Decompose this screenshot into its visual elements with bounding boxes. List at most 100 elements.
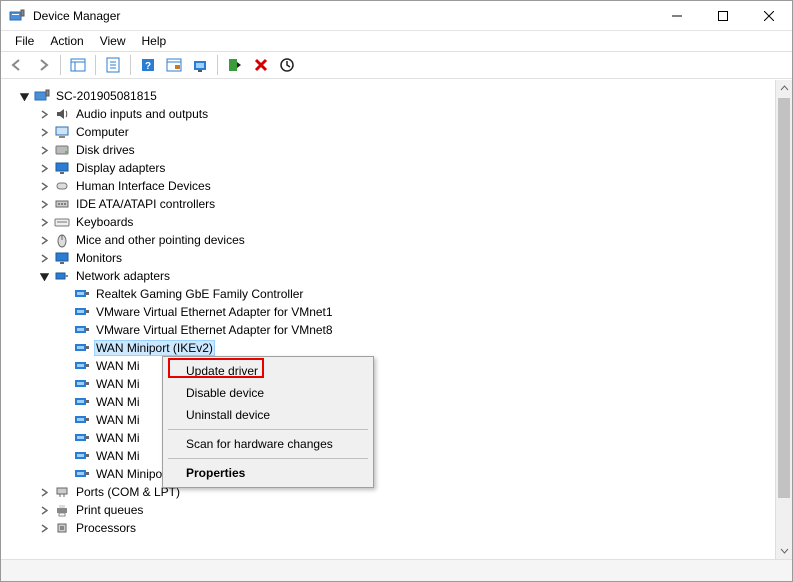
nic-icon <box>74 394 90 410</box>
expander-spacer <box>56 394 72 410</box>
tree-label: WAN Mi <box>94 377 142 391</box>
collapse-icon[interactable] <box>36 268 52 284</box>
nic-icon <box>74 340 90 356</box>
expander-spacer <box>56 448 72 464</box>
nic-icon <box>74 322 90 338</box>
titlebar: Device Manager <box>1 1 792 31</box>
audio-icon <box>54 106 70 122</box>
tree-category[interactable]: Computer <box>6 123 774 141</box>
nic-icon <box>74 376 90 392</box>
tree-label: Mice and other pointing devices <box>74 233 247 247</box>
expander-spacer <box>56 304 72 320</box>
menu-view[interactable]: View <box>92 32 134 50</box>
tree-category[interactable]: Processors <box>6 519 774 537</box>
expand-icon[interactable] <box>36 232 52 248</box>
tree-category[interactable]: Keyboards <box>6 213 774 231</box>
tree-label: WAN Mi <box>94 413 142 427</box>
tree-category[interactable]: Display adapters <box>6 159 774 177</box>
tree-device[interactable]: VMware Virtual Ethernet Adapter for VMne… <box>6 303 774 321</box>
statusbar <box>1 559 792 581</box>
menu-help[interactable]: Help <box>134 32 175 50</box>
expand-icon[interactable] <box>36 124 52 140</box>
scrollbar-thumb[interactable] <box>778 98 790 498</box>
tree-label: Disk drives <box>74 143 137 157</box>
tree-label: VMware Virtual Ethernet Adapter for VMne… <box>94 323 335 337</box>
tree-device[interactable]: VMware Virtual Ethernet Adapter for VMne… <box>6 321 774 339</box>
cm-properties[interactable]: Properties <box>166 462 370 484</box>
tree-label: WAN Mi <box>94 395 142 409</box>
tree-label: WAN Mi <box>94 431 142 445</box>
tree-device[interactable]: WAN Mi <box>6 429 774 447</box>
expand-icon[interactable] <box>36 106 52 122</box>
scroll-down-icon[interactable] <box>776 542 792 559</box>
printer-icon <box>54 502 70 518</box>
tree-category-network[interactable]: Network adapters <box>6 267 774 285</box>
tree-category[interactable]: Ports (COM & LPT) <box>6 483 774 501</box>
expand-icon[interactable] <box>36 178 52 194</box>
toolbar-separator <box>217 55 218 75</box>
hid-icon <box>54 178 70 194</box>
cm-scan-hardware[interactable]: Scan for hardware changes <box>166 433 370 455</box>
minimize-button[interactable] <box>654 1 700 31</box>
expander-spacer <box>56 466 72 482</box>
cm-update-driver[interactable]: Update driver <box>166 360 370 382</box>
expand-icon[interactable] <box>36 196 52 212</box>
tree-device[interactable]: WAN Mi <box>6 411 774 429</box>
uninstall-device-icon[interactable] <box>249 53 273 77</box>
expand-icon[interactable] <box>36 214 52 230</box>
expand-icon[interactable] <box>36 142 52 158</box>
tree-category[interactable]: IDE ATA/ATAPI controllers <box>6 195 774 213</box>
cm-uninstall-device[interactable]: Uninstall device <box>166 404 370 426</box>
tree-label: Monitors <box>74 251 124 265</box>
properties-icon[interactable] <box>101 53 125 77</box>
show-hidden-icon[interactable] <box>66 53 90 77</box>
disk-icon <box>54 142 70 158</box>
menu-action[interactable]: Action <box>42 32 91 50</box>
tree-label: Print queues <box>74 503 145 517</box>
expand-icon[interactable] <box>36 520 52 536</box>
tree-device[interactable]: WAN Miniport (SSTP) <box>6 465 774 483</box>
tree-device[interactable]: WAN Mi <box>6 393 774 411</box>
help-icon[interactable]: ? <box>136 53 160 77</box>
tree-label: WAN Mi <box>94 449 142 463</box>
maximize-button[interactable] <box>700 1 746 31</box>
back-button[interactable] <box>5 53 29 77</box>
device-tree[interactable]: SC-201905081815Audio inputs and outputsC… <box>1 80 775 559</box>
context-menu: Update driver Disable device Uninstall d… <box>162 356 374 488</box>
expand-icon[interactable] <box>36 250 52 266</box>
tree-category[interactable]: Audio inputs and outputs <box>6 105 774 123</box>
forward-button[interactable] <box>31 53 55 77</box>
tree-device[interactable]: Realtek Gaming GbE Family Controller <box>6 285 774 303</box>
toolbar-separator <box>60 55 61 75</box>
tree-device[interactable]: WAN Mi <box>6 375 774 393</box>
tree-device[interactable]: WAN Miniport (IKEv2) <box>6 339 774 357</box>
scroll-up-icon[interactable] <box>776 80 792 97</box>
close-button[interactable] <box>746 1 792 31</box>
tree-category[interactable]: Monitors <box>6 249 774 267</box>
enable-device-icon[interactable] <box>223 53 247 77</box>
tree-label: WAN Mi <box>94 359 142 373</box>
toolbar: ? <box>1 51 792 79</box>
disable-device-icon[interactable] <box>275 53 299 77</box>
tree-category[interactable]: Human Interface Devices <box>6 177 774 195</box>
tree-device[interactable]: WAN Mi <box>6 447 774 465</box>
expand-icon[interactable] <box>36 160 52 176</box>
menu-file[interactable]: File <box>7 32 42 50</box>
collapse-icon[interactable] <box>16 88 32 104</box>
tree-category[interactable]: Disk drives <box>6 141 774 159</box>
expand-icon[interactable] <box>36 484 52 500</box>
tree-category[interactable]: Print queues <box>6 501 774 519</box>
cm-separator <box>168 429 368 430</box>
tree-category[interactable]: Mice and other pointing devices <box>6 231 774 249</box>
tree-root-node[interactable]: SC-201905081815 <box>6 87 774 105</box>
tree-label: VMware Virtual Ethernet Adapter for VMne… <box>94 305 335 319</box>
tree-device[interactable]: WAN Mi <box>6 357 774 375</box>
cm-disable-device[interactable]: Disable device <box>166 382 370 404</box>
tree-label: Keyboards <box>74 215 135 229</box>
expander-spacer <box>56 412 72 428</box>
expand-icon[interactable] <box>36 502 52 518</box>
update-driver-icon[interactable] <box>188 53 212 77</box>
vertical-scrollbar[interactable] <box>775 80 792 559</box>
cm-separator <box>168 458 368 459</box>
scan-icon[interactable] <box>162 53 186 77</box>
